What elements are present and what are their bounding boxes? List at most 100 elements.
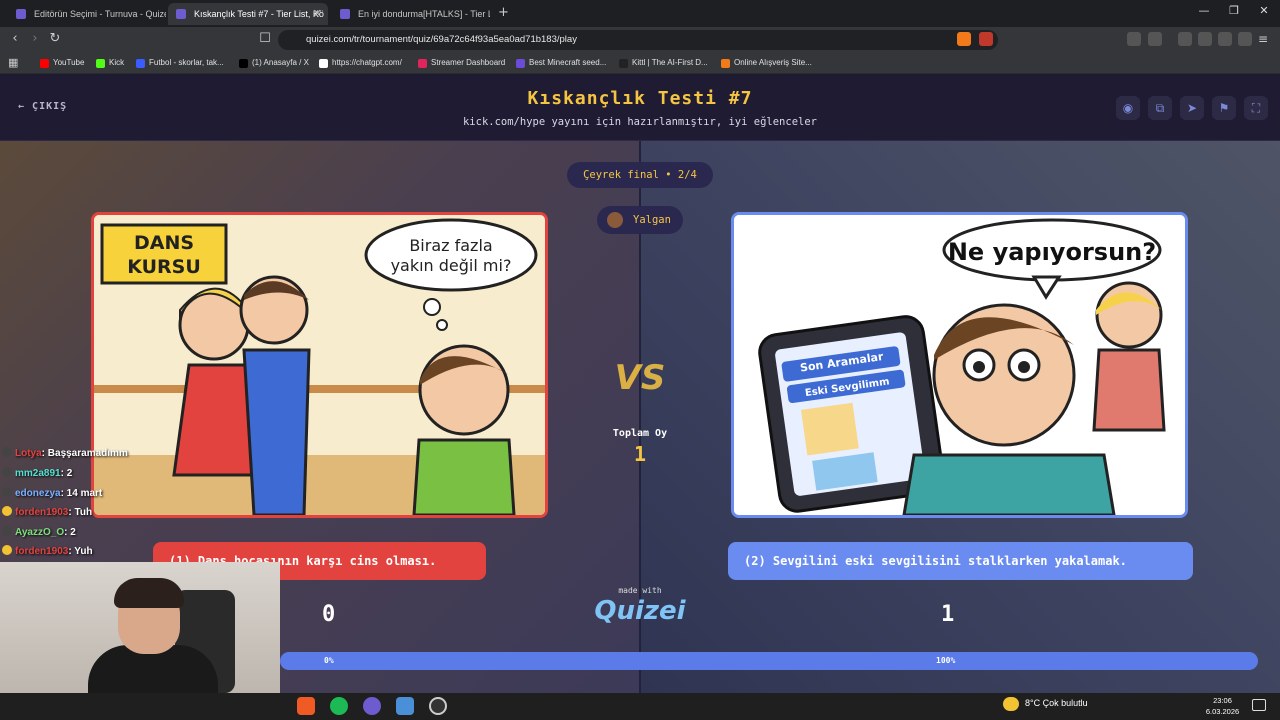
fullscreen-icon[interactable]: ⛶: [1244, 96, 1268, 120]
thought-line1: Biraz fazla: [409, 236, 492, 255]
close-tab-icon[interactable]: ✕: [313, 3, 322, 25]
percent-right: 100%: [936, 656, 956, 665]
notification-icon[interactable]: [1252, 699, 1266, 711]
quizei-favicon-icon: [340, 9, 350, 19]
chat-message: Lotya: Başşaramadımm: [2, 447, 128, 463]
extensions-icon[interactable]: [1127, 32, 1141, 46]
brave-taskbar-icon[interactable]: [297, 697, 315, 715]
chat-badge-icon: [2, 467, 12, 477]
reading-icon[interactable]: [1198, 32, 1212, 46]
bookmark-youtube[interactable]: YouTube: [40, 55, 84, 71]
rewards-icon[interactable]: [979, 32, 993, 46]
windows-taskbar: [0, 693, 1280, 720]
quizei-favicon-icon: [16, 9, 26, 19]
eye-icon[interactable]: ◉: [1116, 96, 1140, 120]
new-tab-icon[interactable]: +: [498, 5, 509, 20]
copy-icon[interactable]: ⧉: [1148, 96, 1172, 120]
restore-icon[interactable]: ❐: [1220, 4, 1248, 17]
sidebar-icon[interactable]: [1178, 32, 1192, 46]
share-icon[interactable]: ➤: [1180, 96, 1204, 120]
percent-left: 0%: [324, 656, 334, 665]
flag-icon[interactable]: ⚑: [1212, 96, 1236, 120]
dance-class-illustration: DANS KURSU Biraz fazla yakın değil mi?: [94, 215, 545, 515]
option-right-button[interactable]: (2) Sevgilini eski sevgilisini stalklark…: [728, 542, 1193, 580]
avatar: [607, 212, 623, 228]
dans-text-line1: DANS: [134, 232, 194, 254]
bookmark-icon[interactable]: ☐: [256, 31, 274, 46]
url-text: quizei.com/tr/tournament/quiz/69a72c64f9…: [306, 34, 577, 45]
futbol-icon: [136, 59, 145, 68]
app-taskbar-icon[interactable]: [396, 697, 414, 715]
tab-dondurma[interactable]: En iyi dondurma[HTALKS] - Tier List |: [332, 3, 490, 25]
youtube-icon: [40, 59, 49, 68]
vpn-icon[interactable]: [1238, 32, 1252, 46]
score-left: 0: [322, 602, 336, 627]
bookmark-futbol[interactable]: Futbol - skorlar, tak...: [136, 55, 224, 71]
choice-card-right[interactable]: Ne yapıyorsun? Son Aramalar Eski Sevgili…: [731, 212, 1188, 518]
chat-badge-icon: [2, 447, 12, 457]
kittl-icon: [619, 59, 628, 68]
url-field[interactable]: quizei.com/tr/tournament/quiz/69a72c64f9…: [278, 30, 998, 50]
tab-label: En iyi dondurma[HTALKS] - Tier List |: [358, 9, 490, 19]
chat-badge-icon: [2, 487, 12, 497]
page-subtitle: kick.com/hype yayını için hazırlanmıştır…: [462, 116, 817, 128]
chat-message: mm2a891: 2: [2, 467, 72, 483]
total-votes-label: Toplam Oy: [612, 428, 668, 439]
streamer-icon: [418, 59, 427, 68]
dans-text-line2: KURSU: [127, 256, 201, 278]
phone-stalk-illustration: Ne yapıyorsun? Son Aramalar Eski Sevgili…: [734, 215, 1185, 515]
back-icon[interactable]: ‹: [6, 31, 24, 46]
forward-icon[interactable]: ›: [26, 31, 44, 46]
vote-progress-bar: [280, 652, 1258, 670]
x-icon: [239, 59, 248, 68]
discord-taskbar-icon[interactable]: [363, 697, 381, 715]
tab-label: Editörün Seçimi - Turnuva - Quizei: [34, 9, 166, 19]
spotify-taskbar-icon[interactable]: [330, 697, 348, 715]
choice-card-left[interactable]: DANS KURSU Biraz fazla yakın değil mi?: [91, 212, 548, 518]
chat-badge-icon: [2, 506, 12, 516]
minimize-icon[interactable]: —: [1190, 4, 1218, 17]
quizei-logo: Quizei: [594, 596, 686, 626]
close-window-icon[interactable]: ✕: [1250, 4, 1278, 17]
total-votes-value: 1: [633, 442, 647, 466]
speech-text: Ne yapıyorsun?: [948, 238, 1156, 266]
streamer-hair: [114, 578, 184, 608]
quizei-favicon-icon: [176, 9, 186, 19]
bookmark-chatgpt[interactable]: https://chatgpt.com/: [319, 55, 402, 71]
thought-line2: yakın değil mi?: [391, 256, 512, 275]
menu-icon[interactable]: ≡: [1258, 32, 1272, 46]
bookmark-streamer[interactable]: Streamer Dashboard: [418, 55, 505, 71]
weather-widget[interactable]: 8°C Çok bulutlu: [1003, 697, 1088, 711]
creator-badge[interactable]: Yalgan: [597, 206, 683, 234]
bookmark-trendyol[interactable]: Online Alışveriş Site...: [721, 55, 812, 71]
reload-icon[interactable]: ↻: [46, 31, 64, 46]
bookmark-kittl[interactable]: Kittl | The AI-First D...: [619, 55, 708, 71]
kick-icon: [96, 59, 105, 68]
round-badge: Çeyrek final • 2/4: [567, 162, 713, 188]
made-with-label: made with: [618, 586, 662, 595]
chat-message: forden1903: Yuh: [2, 545, 93, 561]
chat-message: AyazzO_O: 2: [2, 526, 76, 542]
system-clock[interactable]: 23:06 6.03.2026: [1200, 695, 1245, 717]
tab-label: Kıskançlık Testi #7 - Tier List, Kö: [194, 9, 324, 19]
chat-message: edonezya: 14 mart: [2, 487, 102, 503]
leo-ai-icon[interactable]: [1218, 32, 1232, 46]
brave-shield-icon[interactable]: [957, 32, 971, 46]
apps-grid-icon[interactable]: ▦: [8, 56, 18, 69]
chat-badge-icon: [2, 545, 12, 555]
cloud-sun-icon: [1003, 697, 1019, 711]
chat-badge-icon: [2, 526, 12, 536]
shopping-icon: [721, 59, 730, 68]
tab-editor-choice[interactable]: Editörün Seçimi - Turnuva - Quizei: [8, 3, 166, 25]
wallet-icon[interactable]: [1148, 32, 1162, 46]
page-title: Kıskançlık Testi #7: [527, 88, 753, 109]
bookmark-kick[interactable]: Kick: [96, 55, 124, 71]
minecraft-icon: [516, 59, 525, 68]
bookmark-x[interactable]: (1) Anasayfa / X: [239, 55, 309, 71]
vs-logo: VS: [614, 358, 666, 398]
chat-message: forden1903: Tuh: [2, 506, 92, 522]
bookmark-minecraft[interactable]: Best Minecraft seed...: [516, 55, 606, 71]
tab-kiskanclik[interactable]: Kıskançlık Testi #7 - Tier List, Kö ✕: [168, 3, 328, 25]
obs-taskbar-icon[interactable]: [429, 697, 447, 715]
chatgpt-icon: [319, 59, 328, 68]
